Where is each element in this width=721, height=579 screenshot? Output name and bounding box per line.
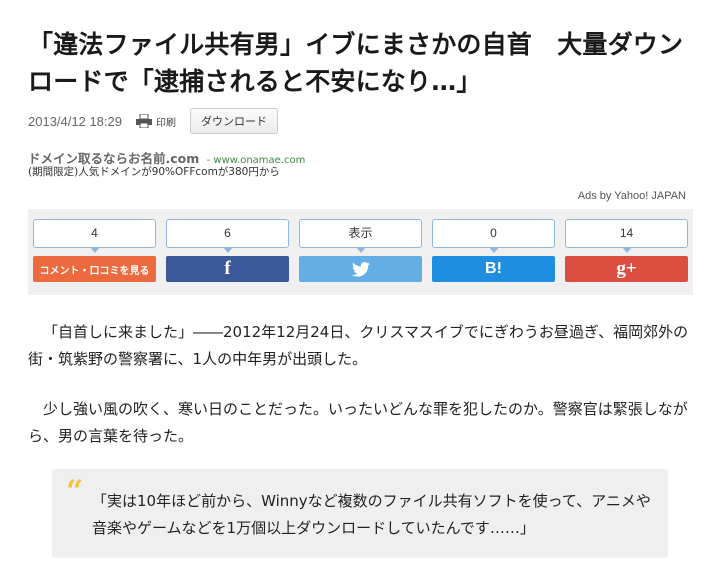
hatena-bookmark-button[interactable]: B! xyxy=(432,256,555,282)
googleplus-count: 14 xyxy=(565,219,688,253)
ad-description: (期間限定)人気ドメインが90%OFFcomが380円から xyxy=(28,166,280,178)
share-facebook: 6 f xyxy=(166,219,289,282)
hatena-bookmark-icon: B! xyxy=(485,260,502,277)
article-headline: 「違法ファイル共有男」イブにまさかの自首 大量ダウンロードで「逮捕されると不安に… xyxy=(28,30,684,96)
share-twitter: 表示 xyxy=(299,219,422,282)
article-meta: 2013/4/12 18:29 印刷 ダウンロード xyxy=(28,108,278,134)
blockquote: “ 「実は10年ほど前から、Winnyなど複数のファイル共有ソフトを使って、アニ… xyxy=(52,469,668,558)
quote-mark-icon: “ xyxy=(66,474,84,509)
googleplus-icon: g+ xyxy=(616,258,637,279)
comment-count: 4 xyxy=(33,219,156,253)
print-button[interactable]: 印刷 xyxy=(135,114,176,129)
share-googleplus: 14 g+ xyxy=(565,219,688,282)
publish-date: 2013/4/12 18:29 xyxy=(28,113,122,129)
print-label: 印刷 xyxy=(155,117,176,129)
twitter-bird-icon xyxy=(351,261,370,277)
facebook-icon: f xyxy=(224,258,231,279)
body-paragraph-1: 「自首しに来ました」――2012年12月24日、クリスマスイブでにぎわうお昼過ぎ… xyxy=(28,323,689,368)
comment-button[interactable]: コメント・口コミを見る xyxy=(33,256,156,282)
googleplus-share-button[interactable]: g+ xyxy=(565,256,688,282)
download-button[interactable]: ダウンロード xyxy=(189,108,278,134)
twitter-share-button[interactable] xyxy=(299,256,422,282)
share-panel: 4 コメント・口コミを見る 6 f 表示 0 B! 14 g+ xyxy=(28,209,693,295)
printer-icon xyxy=(135,114,152,128)
hatena-count: 0 xyxy=(432,219,555,253)
body-paragraph-2: 少し強い風の吹く、寒い日のことだった。いったいどんな罪を犯したのか。警察官は緊張… xyxy=(28,400,688,445)
facebook-count: 6 xyxy=(166,219,289,253)
twitter-count[interactable]: 表示 xyxy=(299,219,422,253)
share-comment: 4 コメント・口コミを見る xyxy=(33,219,156,282)
facebook-share-button[interactable]: f xyxy=(166,256,289,282)
ad-credit[interactable]: Ads by Yahoo! JAPAN xyxy=(578,190,686,202)
share-hatena: 0 B! xyxy=(432,219,555,282)
quote-text: 「実は10年ほど前から、Winnyなど複数のファイル共有ソフトを使って、アニメや… xyxy=(92,492,651,537)
